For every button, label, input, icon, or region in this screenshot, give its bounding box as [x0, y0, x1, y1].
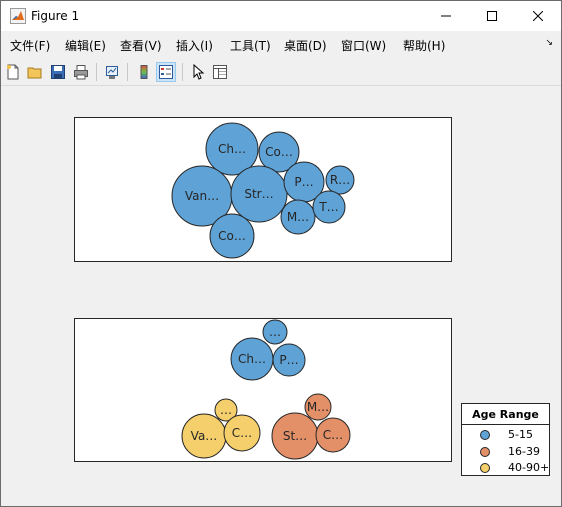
link-plot-button[interactable] — [102, 62, 122, 82]
link-plot-icon — [106, 66, 118, 79]
print-button[interactable] — [71, 62, 91, 82]
bubble-label: Co… — [218, 229, 246, 243]
bubble-chart-bottom: … Ch… P…… Va… C… M… St… C… — [74, 318, 452, 462]
menu-edit[interactable]: 编辑(E) — [65, 37, 106, 54]
bubble-label: C… — [232, 426, 252, 440]
new-figure-icon — [7, 64, 19, 80]
minimize-icon — [441, 15, 451, 17]
bubble-label: … — [269, 325, 281, 339]
legend-icon — [159, 65, 173, 79]
legend-marker — [480, 430, 490, 440]
bubble-label: … — [220, 403, 232, 417]
legend-label: 5-15 — [508, 428, 533, 441]
bubble-label: P… — [294, 175, 313, 189]
maximize-button[interactable] — [469, 1, 515, 31]
figure-canvas: Ch… Co… Van… Str… P… R… M… T… Co… … Ch… P…… Va… C… M…… — [1, 87, 561, 506]
bubble-label: Co… — [265, 145, 293, 159]
menu-window[interactable]: 窗口(W) — [341, 37, 386, 54]
bubble-label: R… — [330, 173, 350, 187]
window-title: Figure 1 — [31, 9, 80, 23]
bubble-label: M… — [307, 400, 329, 414]
insert-legend-button[interactable] — [156, 62, 176, 82]
bubble-label: Str… — [244, 187, 273, 201]
property-inspector-icon — [213, 65, 227, 79]
toolbar-separator — [127, 63, 128, 81]
legend-marker — [480, 463, 490, 473]
edit-plot-button[interactable] — [188, 62, 208, 82]
menu-help[interactable]: 帮助(H) — [403, 37, 445, 54]
menu-file[interactable]: 文件(F) — [10, 37, 50, 54]
insert-colorbar-button[interactable] — [134, 62, 154, 82]
legend-marker — [480, 447, 490, 457]
menu-insert[interactable]: 插入(I) — [176, 37, 213, 54]
menu-bar: 文件(F) 编辑(E) 查看(V) 插入(I) 工具(T) 桌面(D) 窗口(W… — [1, 34, 561, 56]
menu-view[interactable]: 查看(V) — [120, 37, 162, 54]
matlab-logo-icon — [10, 8, 26, 24]
bubble-label: Van… — [185, 189, 219, 203]
print-icon — [74, 65, 88, 80]
bubble-chart-top-svg: Ch… Co… Van… Str… P… R… M… T… Co… — [171, 122, 355, 259]
save-button[interactable] — [48, 62, 68, 82]
maximize-icon — [487, 11, 497, 21]
bubble-chart-bottom-svg: …Ch… P……Va… C…M…St… C… — [181, 319, 351, 460]
close-button[interactable] — [515, 1, 561, 31]
save-icon — [51, 65, 65, 79]
toolbar-separator — [96, 63, 97, 81]
bubble-label: St… — [283, 429, 307, 443]
legend-label: 16-39 — [508, 445, 540, 458]
menu-tools[interactable]: 工具(T) — [230, 37, 271, 54]
menu-overflow-icon[interactable]: ↘ — [545, 38, 553, 48]
bubble-label: Ch… — [238, 352, 266, 366]
title-bar: Figure 1 — [1, 1, 561, 31]
bubble-chart-top: Ch… Co… Van… Str… P… R… M… T… Co… — [74, 117, 452, 262]
colorbar-icon — [140, 65, 148, 79]
chart-legend[interactable]: Age Range 5-15 16-39 40-90+ — [461, 403, 550, 476]
bubble-label: M… — [287, 210, 309, 224]
bubble-label: P… — [279, 353, 298, 367]
toolbar-separator — [182, 63, 183, 81]
open-file-icon — [27, 67, 42, 79]
select-arrow-icon — [193, 64, 205, 80]
legend-title: Age Range — [472, 408, 539, 421]
bubble-label: T… — [318, 200, 338, 214]
minimize-button[interactable] — [423, 1, 469, 31]
menu-desktop[interactable]: 桌面(D) — [284, 37, 327, 54]
bubble-label: Ch… — [218, 142, 246, 156]
legend-divider — [462, 424, 549, 425]
bubble-label: C… — [323, 428, 343, 442]
legend-label: 40-90+ — [508, 461, 550, 474]
property-inspector-button[interactable] — [210, 62, 230, 82]
toolbar — [1, 59, 561, 86]
figure-window: Figure 1 文件(F) 编辑(E) 查看(V) 插入(I) 工具(T) 桌… — [0, 0, 562, 507]
close-icon — [533, 11, 543, 21]
new-figure-button[interactable] — [3, 62, 23, 82]
open-file-button[interactable] — [25, 62, 45, 82]
bubble-label: Va… — [191, 429, 218, 443]
